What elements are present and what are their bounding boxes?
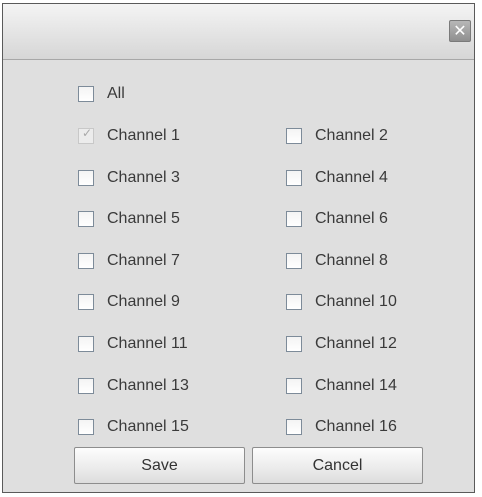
- channel-checkbox-box[interactable]: [286, 128, 302, 144]
- dialog-titlebar: ✕: [3, 4, 474, 60]
- channel-checkbox-box[interactable]: [78, 211, 94, 227]
- checkmark-icon: ✓: [81, 126, 93, 140]
- checkbox-all[interactable]: All: [78, 82, 125, 106]
- channel-checkbox-box[interactable]: [286, 253, 302, 269]
- channel-checkbox-box[interactable]: [78, 253, 94, 269]
- checkbox-channel-13[interactable]: Channel 13: [78, 374, 189, 398]
- close-button[interactable]: ✕: [449, 20, 471, 42]
- channel-checkbox-box[interactable]: [286, 419, 302, 435]
- checkbox-channel-7[interactable]: Channel 7: [78, 249, 180, 273]
- checkbox-channel-8[interactable]: Channel 8: [286, 249, 388, 273]
- channel-checkbox-label: Channel 10: [315, 293, 397, 310]
- checkbox-channel-14[interactable]: Channel 14: [286, 374, 397, 398]
- checkbox-channel-15[interactable]: Channel 15: [78, 415, 189, 439]
- cancel-button[interactable]: Cancel: [252, 447, 423, 484]
- checkbox-channel-6[interactable]: Channel 6: [286, 207, 388, 231]
- channel-checkbox-label: Channel 3: [107, 169, 180, 186]
- channel-checkbox-box[interactable]: [78, 294, 94, 310]
- close-icon: ✕: [453, 21, 467, 40]
- channel-checkbox-label: Channel 4: [315, 169, 388, 186]
- channel-checkbox-box[interactable]: [286, 336, 302, 352]
- channel-checkbox-box[interactable]: [286, 211, 302, 227]
- channel-checkbox-box[interactable]: [286, 378, 302, 394]
- channel-checkbox-label: Channel 1: [107, 127, 180, 144]
- checkbox-channel-1: ✓ Channel 1: [78, 124, 180, 148]
- channel-select-dialog: ✕ All ✓ Channel 1 Channel 2 Channel 3 Channe…: [2, 3, 475, 493]
- channel-checkbox-label: Channel 7: [107, 252, 180, 269]
- checkbox-channel-16[interactable]: Channel 16: [286, 415, 397, 439]
- checkbox-channel-4[interactable]: Channel 4: [286, 166, 388, 190]
- channel-checkbox-label: Channel 9: [107, 293, 180, 310]
- channel-checkbox-label: Channel 15: [107, 418, 189, 435]
- all-checkbox-box[interactable]: [78, 86, 94, 102]
- channel-checkbox-label: Channel 5: [107, 210, 180, 227]
- all-checkbox-label: All: [107, 85, 125, 102]
- channel-checkbox-label: Channel 2: [315, 127, 388, 144]
- channel-checkbox-box[interactable]: [78, 378, 94, 394]
- channel-checkbox-label: Channel 11: [107, 335, 188, 352]
- checkbox-channel-3[interactable]: Channel 3: [78, 166, 180, 190]
- channel-checkbox-label: Channel 6: [315, 210, 388, 227]
- channel-checkbox-label: Channel 16: [315, 418, 397, 435]
- channel-checkbox-box[interactable]: [78, 419, 94, 435]
- checkbox-channel-10[interactable]: Channel 10: [286, 290, 397, 314]
- channel-checkbox-box[interactable]: [286, 294, 302, 310]
- checkbox-channel-5[interactable]: Channel 5: [78, 207, 180, 231]
- checkbox-channel-12[interactable]: Channel 12: [286, 332, 397, 356]
- channel-checkbox-label: Channel 13: [107, 377, 189, 394]
- channel-checkbox-box[interactable]: [78, 170, 94, 186]
- save-button[interactable]: Save: [74, 447, 245, 484]
- channel-checkbox-label: Channel 8: [315, 252, 388, 269]
- checkbox-channel-11[interactable]: Channel 11: [78, 332, 188, 356]
- channel-checkbox-label: Channel 12: [315, 335, 397, 352]
- checkbox-channel-2[interactable]: Channel 2: [286, 124, 388, 148]
- channel-checkbox-label: Channel 14: [315, 377, 397, 394]
- checkbox-channel-9[interactable]: Channel 9: [78, 290, 180, 314]
- channel-checkbox-box: ✓: [78, 126, 94, 144]
- channel-checkbox-box[interactable]: [78, 336, 94, 352]
- channel-checkbox-box[interactable]: [286, 170, 302, 186]
